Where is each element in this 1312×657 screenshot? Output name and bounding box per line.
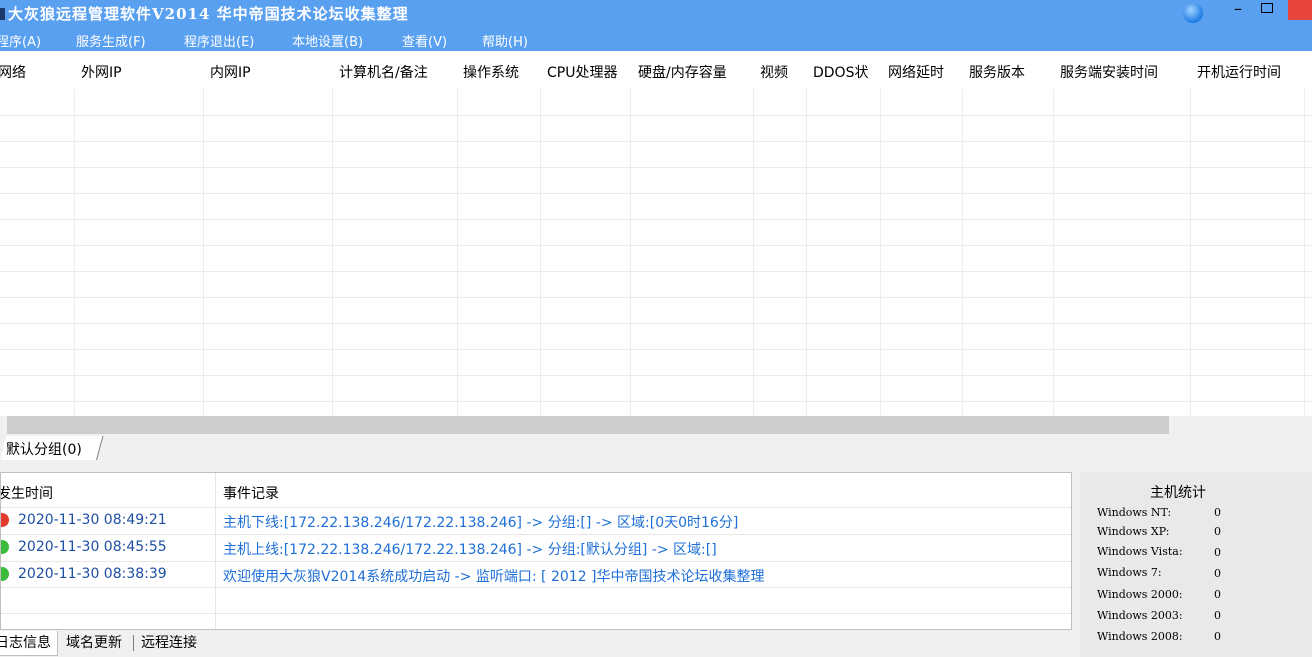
log-event: 主机上线:[172.22.138.246/172.22.138.246] -> … xyxy=(223,542,717,558)
log-row[interactable]: 2020-11-30 08:45:55 主机上线:[172.22.138.246… xyxy=(1,535,1071,561)
column-header-disk-memory[interactable]: 硬盘/内存容量 xyxy=(638,51,727,89)
column-divider xyxy=(630,89,631,416)
column-divider xyxy=(880,89,881,416)
menu-help[interactable]: 帮助(H) xyxy=(482,31,528,50)
host-list[interactable]: 网络 外网IP 内网IP 计算机名/备注 操作系统 CPU处理器 硬盘/内存容量… xyxy=(0,51,1312,416)
menu-bar: 程序(A) 服务生成(F) 程序退出(E) 本地设置(B) 查看(V) 帮助(H… xyxy=(0,29,1312,51)
row-divider xyxy=(0,323,1312,324)
offline-icon xyxy=(1,513,9,527)
column-header-video[interactable]: 视频 xyxy=(760,51,788,89)
column-divider xyxy=(203,89,204,416)
tab-remote-connect[interactable]: 远程连接 xyxy=(135,631,203,655)
app-icon xyxy=(0,8,5,20)
column-divider xyxy=(806,89,807,416)
column-divider xyxy=(540,89,541,416)
title-bar: 大灰狼远程管理软件V2014 华中帝国技术论坛收集整理 – xyxy=(0,0,1312,29)
column-header-external-ip[interactable]: 外网IP xyxy=(81,51,122,89)
column-divider xyxy=(74,89,75,416)
online-icon xyxy=(1,567,9,581)
menu-service-generate[interactable]: 服务生成(F) xyxy=(76,31,146,50)
stats-label: Windows XP: xyxy=(1097,525,1170,538)
stats-label: Windows 7: xyxy=(1097,566,1162,579)
column-header-cpu[interactable]: CPU处理器 xyxy=(547,51,617,89)
minimize-button[interactable]: – xyxy=(1228,0,1248,24)
column-divider xyxy=(1053,89,1054,416)
row-divider xyxy=(0,245,1312,246)
log-row[interactable]: 2020-11-30 08:49:21 主机下线:[172.22.138.246… xyxy=(1,508,1071,534)
stats-value: 0 xyxy=(1214,546,1221,559)
tab-separator xyxy=(133,635,134,651)
menu-program[interactable]: 程序(A) xyxy=(0,31,41,50)
maximize-button[interactable] xyxy=(1261,3,1273,13)
event-log[interactable]: 发生时间 事件记录 2020-11-30 08:49:21 主机下线:[172.… xyxy=(0,472,1072,630)
stats-value: 0 xyxy=(1214,567,1221,580)
row-divider xyxy=(1,613,1071,614)
menu-view[interactable]: 查看(V) xyxy=(402,31,447,50)
stats-label: Windows Vista: xyxy=(1097,545,1183,558)
log-header-time[interactable]: 发生时间 xyxy=(1,483,53,503)
horizontal-scrollbar[interactable] xyxy=(0,416,1312,434)
column-divider xyxy=(753,89,754,416)
row-divider xyxy=(0,401,1312,402)
stats-label: Windows 2003: xyxy=(1097,609,1183,622)
online-icon xyxy=(1,540,9,554)
log-time: 2020-11-30 08:38:39 xyxy=(18,566,167,582)
stats-label: Windows 2008: xyxy=(1097,630,1183,643)
column-divider xyxy=(457,89,458,416)
window-title: 大灰狼远程管理软件V2014 华中帝国技术论坛收集整理 xyxy=(8,5,409,23)
row-divider xyxy=(1,587,1071,588)
stats-title: 主机统计 xyxy=(1150,485,1206,501)
stats-label: Windows NT: xyxy=(1097,506,1172,519)
row-divider xyxy=(0,167,1312,168)
column-header-network[interactable]: 网络 xyxy=(0,51,26,89)
row-divider xyxy=(0,115,1312,116)
stats-value: 0 xyxy=(1214,609,1221,622)
row-divider xyxy=(0,297,1312,298)
stats-value: 0 xyxy=(1214,525,1221,538)
stats-value: 0 xyxy=(1214,630,1221,643)
log-time: 2020-11-30 08:45:55 xyxy=(18,539,167,555)
column-header-latency[interactable]: 网络延时 xyxy=(888,51,944,89)
stats-value: 0 xyxy=(1214,506,1221,519)
menu-local-settings[interactable]: 本地设置(B) xyxy=(292,31,363,50)
skin-icon[interactable] xyxy=(1183,3,1203,23)
column-divider xyxy=(962,89,963,416)
column-header-uptime[interactable]: 开机运行时间 xyxy=(1197,51,1281,89)
tab-domain-update[interactable]: 域名更新 xyxy=(60,631,128,655)
bottom-tab-strip: 日志信息 域名更新 远程连接 xyxy=(0,631,1072,657)
stats-label: Windows 2000: xyxy=(1097,588,1183,601)
row-divider xyxy=(0,193,1312,194)
close-button[interactable] xyxy=(1288,0,1312,20)
column-divider xyxy=(332,89,333,416)
menu-program-exit[interactable]: 程序退出(E) xyxy=(184,31,254,50)
stats-value: 0 xyxy=(1214,588,1221,601)
tab-default-group-label[interactable]: 默认分组(0) xyxy=(6,439,82,459)
group-tab-strip: 默认分组(0) xyxy=(0,434,1312,462)
log-event: 主机下线:[172.22.138.246/172.22.138.246] -> … xyxy=(223,515,739,531)
row-divider xyxy=(0,349,1312,350)
scrollbar-thumb[interactable] xyxy=(7,416,1169,434)
log-header-event[interactable]: 事件记录 xyxy=(223,483,279,503)
row-divider xyxy=(0,375,1312,376)
host-statistics-panel: 主机统计 Windows NT: 0 Windows XP: 0 Windows… xyxy=(1080,472,1312,657)
row-divider xyxy=(0,141,1312,142)
column-header-internal-ip[interactable]: 内网IP xyxy=(210,51,251,89)
column-header-os[interactable]: 操作系统 xyxy=(463,51,519,89)
column-divider xyxy=(1190,89,1191,416)
log-event: 欢迎使用大灰狼V2014系统成功启动 -> 监听端口: [ 2012 ]华中帝国… xyxy=(223,569,765,585)
row-divider xyxy=(0,271,1312,272)
column-header-ddos[interactable]: DDOS状 xyxy=(813,51,868,89)
log-time: 2020-11-30 08:49:21 xyxy=(18,512,167,528)
log-row[interactable]: 2020-11-30 08:38:39 欢迎使用大灰狼V2014系统成功启动 -… xyxy=(1,562,1071,588)
column-header-computer-name[interactable]: 计算机名/备注 xyxy=(339,51,428,89)
tab-log-info[interactable]: 日志信息 xyxy=(0,631,58,656)
column-divider xyxy=(1304,89,1305,416)
column-header-service-version[interactable]: 服务版本 xyxy=(969,51,1025,89)
column-header-install-time[interactable]: 服务端安装时间 xyxy=(1060,51,1158,89)
row-divider xyxy=(0,219,1312,220)
